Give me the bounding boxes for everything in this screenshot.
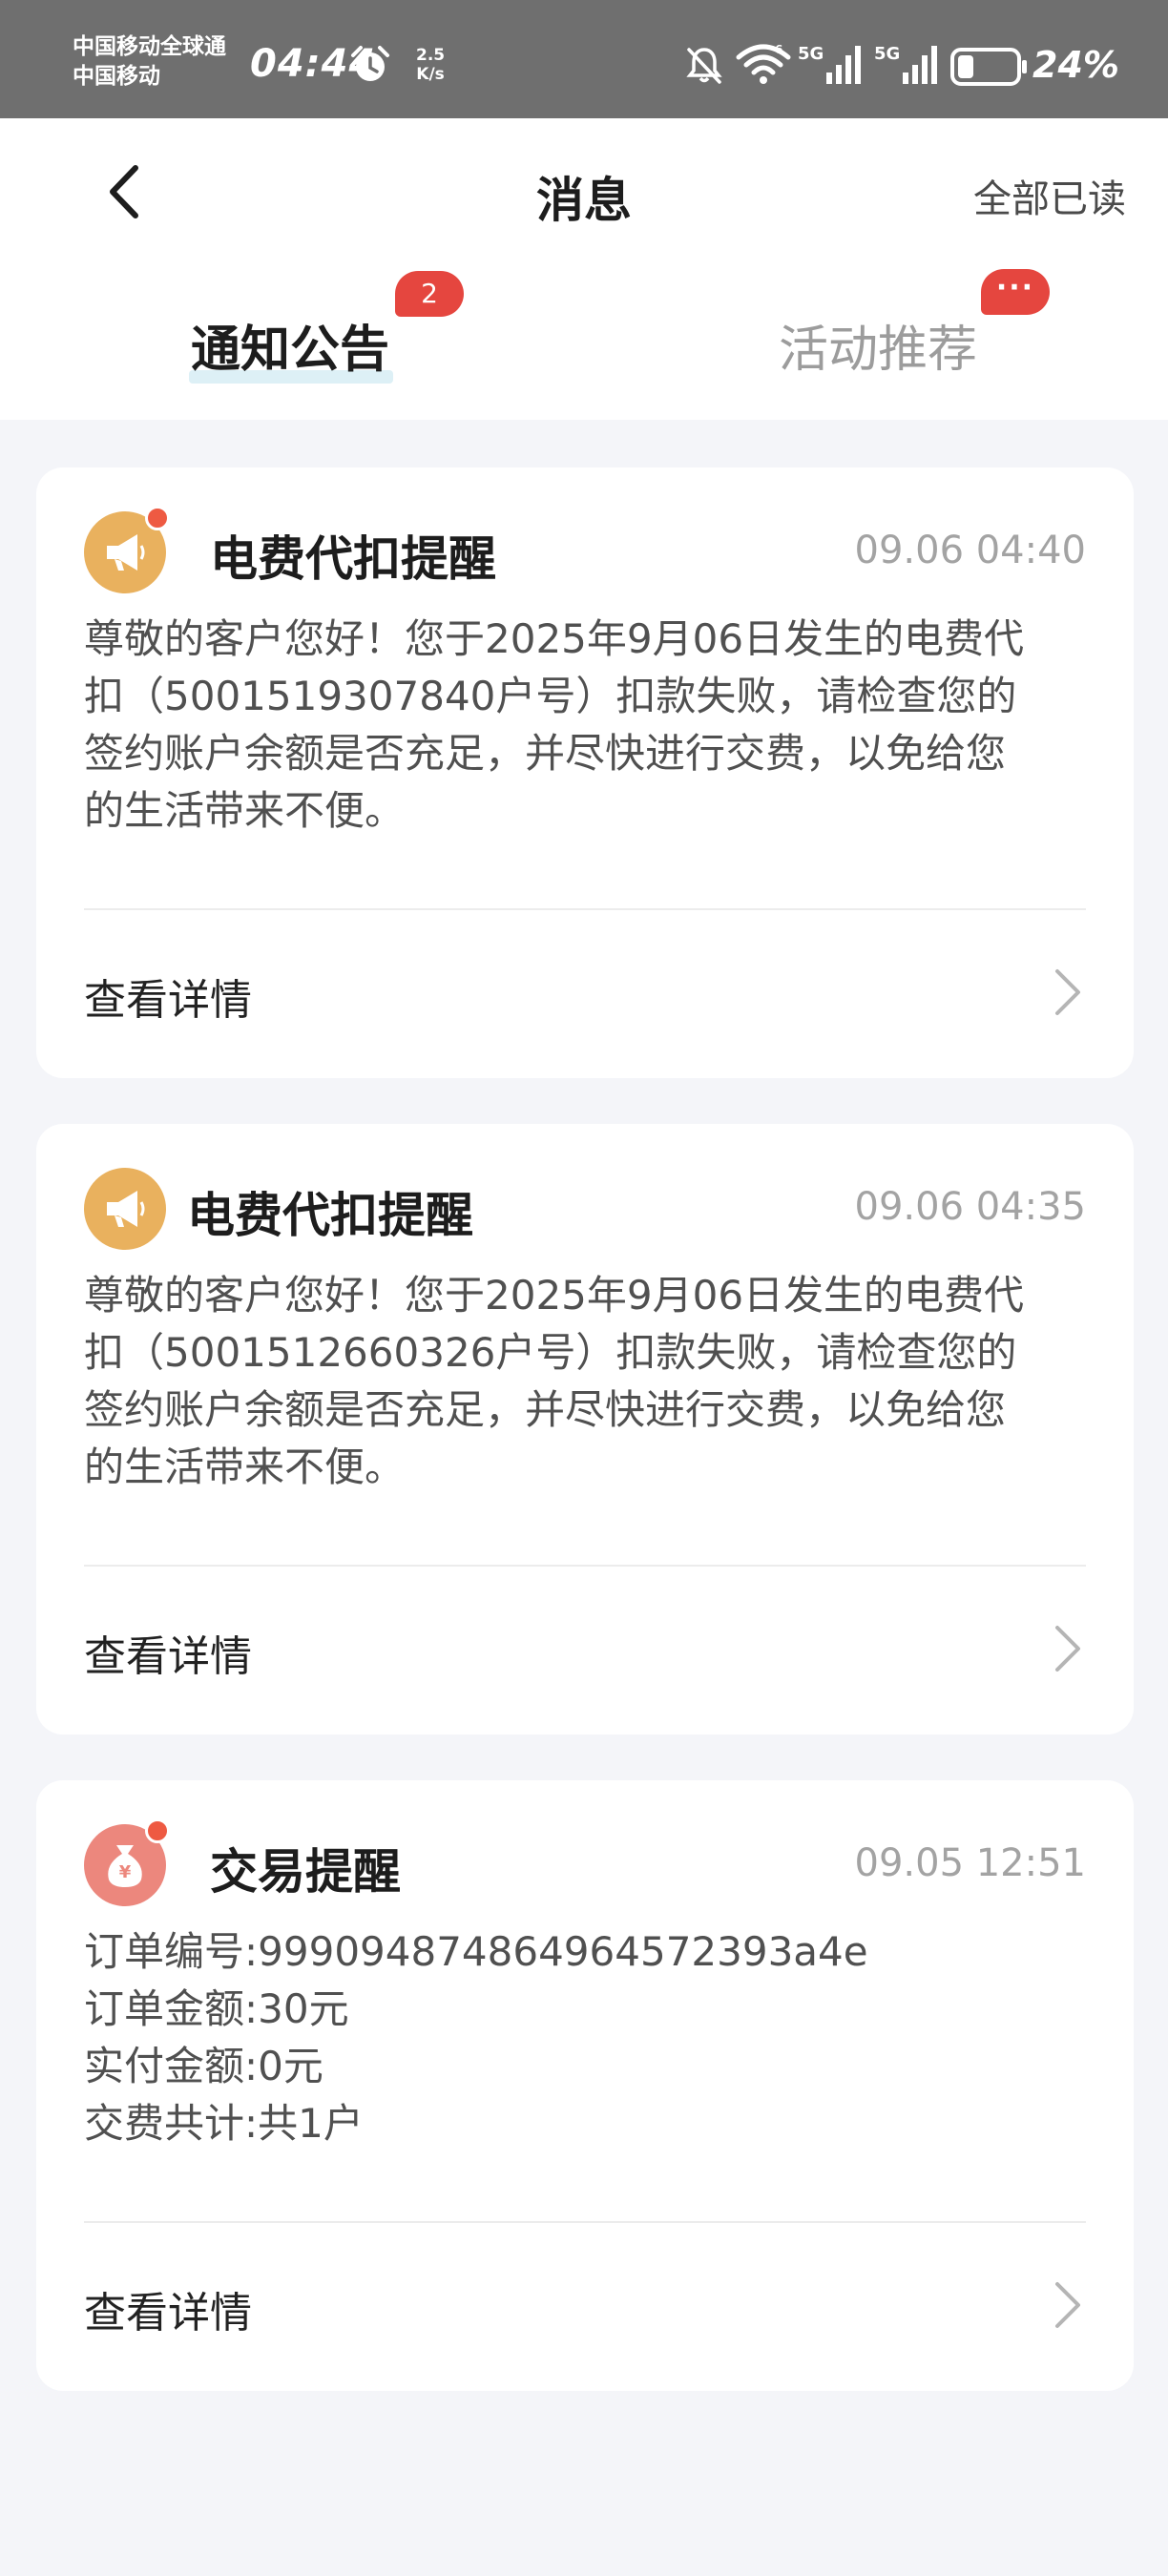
activities-more-badge: ··· xyxy=(981,269,1050,315)
view-details-link[interactable]: 查看详情 xyxy=(84,966,252,1027)
carrier-line-1: 中国移动全球通 xyxy=(73,34,226,59)
message-time: 09.06 04:35 xyxy=(854,1185,1087,1229)
card-divider xyxy=(84,1565,1086,1567)
battery-percent: 24% xyxy=(1032,44,1119,86)
view-details-link[interactable]: 查看详情 xyxy=(84,1622,252,1683)
message-time: 09.06 04:40 xyxy=(854,529,1087,572)
speed-unit: K/s xyxy=(416,65,445,84)
chevron-right-icon[interactable] xyxy=(1048,966,1086,1019)
message-card[interactable]: ¥ 交易提醒 09.05 12:51 订单编号:9990948748649645… xyxy=(36,1780,1134,2391)
message-title: 电费代扣提醒 xyxy=(210,531,496,587)
unread-dot xyxy=(145,1818,170,1843)
svg-text:5G: 5G xyxy=(798,44,824,64)
message-card[interactable]: 电费代扣提醒 09.06 04:40 尊敬的客户您好！您于2025年9月06日发… xyxy=(36,467,1134,1078)
unread-dot xyxy=(145,506,170,530)
message-body-line: 的生活带来不便。 xyxy=(84,787,406,834)
message-card[interactable]: 电费代扣提醒 09.06 04:35 尊敬的客户您好！您于2025年9月06日发… xyxy=(36,1124,1134,1735)
bell-muted-icon xyxy=(686,48,722,84)
tab-activities[interactable]: 活动推荐 xyxy=(779,309,977,381)
mark-all-read-button[interactable]: 全部已读 xyxy=(973,168,1126,223)
signal-5g-icon-1: 5G xyxy=(798,44,861,84)
message-body-line: 的生活带来不便。 xyxy=(84,1444,406,1490)
card-divider xyxy=(84,908,1086,910)
signal-5g-icon-2: 5G xyxy=(874,44,937,84)
message-time: 09.05 12:51 xyxy=(854,1841,1087,1885)
carrier-line-2: 中国移动 xyxy=(73,64,160,89)
message-body: 订单编号:9990948748649645723​93a4e 订单金额:30元 … xyxy=(84,1923,1095,2152)
tab-notices[interactable]: 通知公告 xyxy=(191,309,389,381)
order-number: 订单编号:9990948748649645723​93a4e xyxy=(84,1928,868,1975)
svg-text:¥: ¥ xyxy=(119,1862,132,1882)
chevron-right-icon[interactable] xyxy=(1048,1622,1086,1675)
order-amount: 订单金额:30元 xyxy=(84,1985,349,2032)
battery-icon xyxy=(950,48,1027,86)
message-body-line: 扣（5001519307840户号）扣款失败，请检查您的 xyxy=(84,673,1017,719)
status-bar: 中国移动全球通 中国移动 04:44 2.5 K/s 6 5G 5G 24% xyxy=(0,0,1168,118)
message-body: 尊敬的客户您好！您于2025年9月06日发生的电费代 扣（50015126603… xyxy=(84,1267,1095,1496)
message-body-line: 尊敬的客户您好！您于2025年9月06日发生的电费代 xyxy=(84,1272,1025,1319)
carrier-info: 中国移动全球通 中国移动 xyxy=(73,32,226,92)
wifi-icon: 6 xyxy=(736,43,791,84)
speed-value: 2.5 xyxy=(416,46,446,65)
svg-text:5G: 5G xyxy=(874,44,900,64)
megaphone-icon xyxy=(84,1168,166,1250)
payment-total: 交费共计:共1户 xyxy=(84,2100,364,2147)
card-divider xyxy=(84,2221,1086,2223)
paid-amount: 实付金额:0元 xyxy=(84,2043,323,2089)
notices-unread-badge: 2 xyxy=(395,271,464,317)
network-speed: 2.5 K/s xyxy=(416,46,445,84)
view-details-link[interactable]: 查看详情 xyxy=(84,2278,252,2339)
alarm-clock-icon xyxy=(351,46,389,81)
message-body-line: 签约账户余额是否充足，并尽快进行交费，以免给您 xyxy=(84,730,1007,777)
header: 消息 全部已读 通知公告 2 活动推荐 xyxy=(0,118,1168,420)
svg-text:6: 6 xyxy=(775,43,782,56)
message-title: 交易提醒 xyxy=(210,1844,401,1900)
chevron-right-icon[interactable] xyxy=(1048,2278,1086,2332)
message-body-line: 签约账户余额是否充足，并尽快进行交费，以免给您 xyxy=(84,1386,1007,1433)
message-body: 尊敬的客户您好！您于2025年9月06日发生的电费代 扣（50015193078… xyxy=(84,611,1095,840)
message-body-line: 扣（5001512660326户号）扣款失败，请检查您的 xyxy=(84,1329,1017,1376)
message-body-line: 尊敬的客户您好！您于2025年9月06日发生的电费代 xyxy=(84,615,1025,662)
message-title: 电费代扣提醒 xyxy=(187,1188,473,1243)
